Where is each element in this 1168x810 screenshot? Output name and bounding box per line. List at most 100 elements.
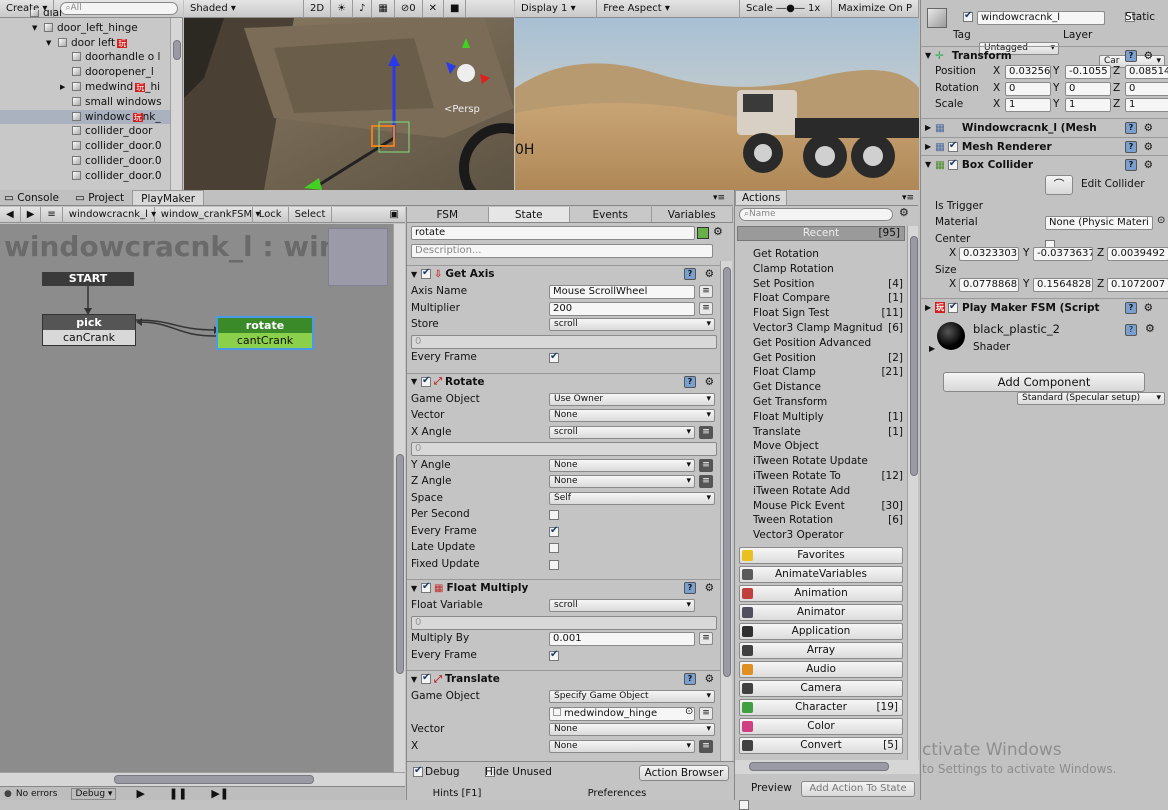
param-dropdown[interactable]: scroll	[549, 599, 695, 612]
action-list-item[interactable]: iTween Rotate Update	[735, 454, 907, 469]
fsm-enabled-checkbox[interactable]	[948, 301, 958, 313]
actions-scrollbar[interactable]	[907, 226, 918, 760]
playmaker-fsm-component-header[interactable]: ▶玩 Play Maker FSM (Script ? ⚙	[921, 298, 1168, 316]
category-character[interactable]: Character [19]	[739, 699, 903, 716]
description-field[interactable]: Description...	[411, 244, 713, 258]
display-dropdown[interactable]: Display 1 ▾	[515, 0, 598, 18]
fold-icon[interactable]: ▼	[46, 36, 51, 51]
tree-item[interactable]: ▼ door_left_hinge	[0, 21, 170, 36]
aspect-dropdown[interactable]: Free Aspect ▾	[597, 0, 740, 18]
transform-y-field[interactable]: 1	[1065, 98, 1111, 112]
gear-icon[interactable]: ⚙	[1144, 302, 1153, 314]
action-enabled-checkbox[interactable]	[421, 672, 431, 684]
action-list-item[interactable]: Translate [1]	[735, 425, 907, 440]
gear-icon[interactable]: ⚙	[713, 225, 723, 238]
step-icon[interactable]: ▶❚	[211, 787, 229, 800]
action-list-item[interactable]: Float Sign Test [11]	[735, 306, 907, 321]
fold-icon[interactable]: ▶	[60, 80, 65, 95]
event-cantcrank[interactable]: cantCrank	[218, 333, 312, 348]
action-list-item[interactable]: Vector3 Clamp Magnitud [6]	[735, 321, 907, 336]
category-color[interactable]: Color	[739, 718, 903, 735]
param-dropdown[interactable]: scroll	[549, 425, 695, 439]
fsm-selector[interactable]: window_crankFSM ▾	[155, 206, 260, 223]
center-y-field[interactable]: -0.0373637	[1033, 247, 1093, 261]
transform-z-field[interactable]: 0.08514	[1125, 65, 1168, 79]
param-checkbox[interactable]	[549, 510, 559, 520]
action-list-item[interactable]: Tween Rotation [6]	[735, 513, 907, 528]
variable-toggle-icon[interactable]: ≡	[699, 475, 713, 488]
action-enabled-checkbox[interactable]	[421, 581, 431, 593]
tab-variables[interactable]: Variables	[651, 207, 733, 222]
component-enabled-checkbox[interactable]	[947, 158, 958, 170]
action-list-item[interactable]: Get Transform	[735, 395, 907, 410]
category-convert[interactable]: Convert [5]	[739, 737, 903, 754]
component-header[interactable]: ▶▦ Mesh Renderer? ⚙	[921, 137, 1168, 155]
gear-icon[interactable]: ⚙	[1144, 141, 1153, 153]
action-list-item[interactable]: Get Position [2]	[735, 351, 907, 366]
transform-header[interactable]: ▼ ✛ Transform ? ⚙	[921, 46, 1168, 64]
fsm-graph[interactable]: windowcracnk_l : windo START pick canCra…	[0, 224, 393, 772]
size-x-field[interactable]: 0.0778868	[959, 278, 1019, 292]
param-dropdown[interactable]: Self	[549, 491, 715, 505]
gear-icon[interactable]: ⚙	[1145, 322, 1155, 335]
edit-collider-button[interactable]: ⌒	[1045, 175, 1073, 195]
lighting-icon[interactable]: ☀	[331, 0, 354, 18]
action-header[interactable]: ▼ ▦Float Multiply? ⚙	[407, 579, 720, 596]
transform-z-field[interactable]: 0	[1125, 81, 1168, 96]
playmaker-tab[interactable]: PlayMaker	[132, 190, 205, 205]
variable-toggle-icon[interactable]: ≡	[699, 301, 713, 315]
param-dropdown[interactable]: None	[549, 475, 695, 488]
preview-checkbox[interactable]	[739, 800, 749, 810]
transform-x-field[interactable]: 0.03256	[1005, 65, 1051, 79]
object-picker-icon[interactable]: ⊙	[685, 706, 693, 717]
gear-icon[interactable]: ⚙	[1144, 50, 1153, 62]
action-enabled-checkbox[interactable]	[421, 375, 431, 387]
tab-events[interactable]: Events	[570, 207, 652, 222]
shading-dropdown[interactable]: Shaded ▾	[184, 0, 304, 18]
category-application[interactable]: Application	[739, 623, 903, 640]
object-selector[interactable]: windowcracnk_l ▾	[63, 206, 156, 223]
transform-y-field[interactable]: -0.1055	[1065, 65, 1111, 79]
category-animator[interactable]: Animator	[739, 604, 903, 621]
action-list-item[interactable]: Float Clamp [21]	[735, 365, 907, 380]
help-icon[interactable]: ?	[1125, 49, 1137, 62]
state-node-pick[interactable]: pick canCrank	[42, 314, 136, 346]
add-action-button[interactable]: Add Action To State	[801, 781, 915, 797]
help-icon[interactable]: ?	[1125, 301, 1137, 314]
effects-icon[interactable]: ▦	[372, 0, 395, 18]
errors-label[interactable]: No errors	[16, 789, 58, 799]
category-favorites[interactable]: Favorites	[739, 547, 903, 564]
action-header[interactable]: ▼ ⇩Get Axis? ⚙	[407, 265, 720, 282]
category-audio[interactable]: Audio	[739, 661, 903, 678]
object-field[interactable]: medwindow_hinge	[549, 706, 695, 721]
center-z-field[interactable]: 0.0039492	[1107, 247, 1168, 261]
param-dropdown[interactable]: None	[549, 739, 695, 753]
help-icon[interactable]: ?	[1125, 324, 1137, 336]
param-dropdown[interactable]: scroll	[549, 318, 715, 331]
param-field[interactable]: Mouse ScrollWheel	[549, 285, 695, 299]
category-array[interactable]: Array	[739, 642, 903, 659]
tools-icon[interactable]: ✕	[423, 0, 445, 18]
help-icon[interactable]: ?	[1125, 140, 1137, 153]
param-dropdown[interactable]: None	[549, 723, 715, 736]
help-icon[interactable]: ?	[684, 268, 696, 280]
transform-y-field[interactable]: 0	[1065, 81, 1111, 96]
tree-item[interactable]: dial	[0, 10, 170, 21]
preferences-button[interactable]: Preferences	[567, 786, 667, 801]
param-checkbox[interactable]	[549, 649, 559, 661]
action-list-item[interactable]: Float Multiply [1]	[735, 410, 907, 425]
actions-tab[interactable]: Actions	[735, 190, 788, 205]
actions-hscrollbar[interactable]	[735, 760, 919, 774]
param-dropdown[interactable]: Specify Game Object	[549, 690, 715, 703]
tree-item[interactable]: collider_door.0	[0, 139, 170, 154]
action-list-item[interactable]: Vector3 Operator	[735, 528, 907, 543]
component-header[interactable]: ▼▦ Box Collider? ⚙	[921, 155, 1168, 173]
action-list-item[interactable]: iTween Rotate Add	[735, 484, 907, 499]
tree-item[interactable]: dooropener_l	[0, 65, 170, 80]
param-checkbox[interactable]	[549, 351, 559, 363]
action-list-item[interactable]: Clamp Rotation	[735, 262, 907, 277]
tree-item[interactable]: small windows	[0, 95, 170, 110]
camera-icon[interactable]: ■	[444, 0, 467, 18]
gear-icon[interactable]: ⚙	[705, 582, 714, 594]
gear-icon[interactable]: ⚙	[705, 376, 714, 388]
